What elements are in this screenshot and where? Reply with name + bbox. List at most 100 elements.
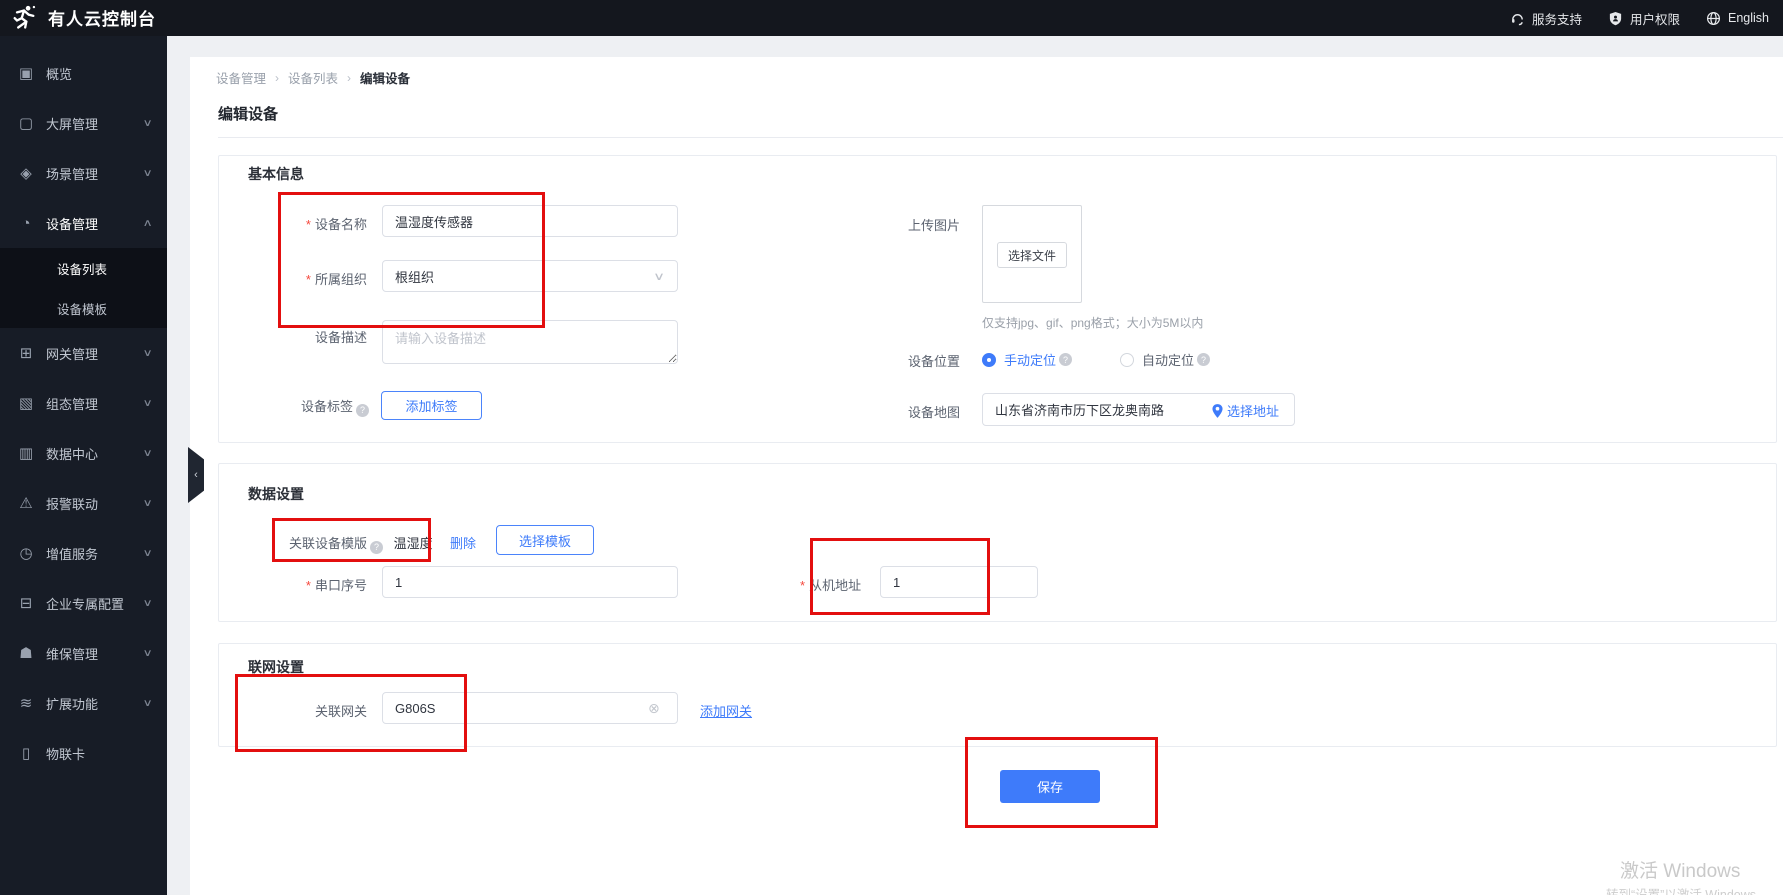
manual-locate-label[interactable]: 手动定位 — [1004, 350, 1056, 369]
device-tags-label: 设备标签? — [301, 396, 369, 417]
sidebar-item-label: 概览 — [46, 66, 73, 82]
device-desc-label: 设备描述 — [314, 330, 367, 345]
app-title: 有人云控制台 — [48, 9, 156, 29]
sidebar-item[interactable]: 设备模板 — [0, 288, 167, 328]
required-mark: * — [305, 217, 311, 232]
sidebar-item[interactable]: ⚠ 报警联动 ∨ — [0, 478, 167, 528]
clear-input-icon[interactable]: ⊗ — [648, 700, 660, 717]
sidebar-item[interactable]: ▥ 数据中心 ∨ — [0, 428, 167, 478]
help-icon[interactable]: ? — [370, 540, 384, 554]
device-name-input[interactable] — [382, 205, 678, 237]
choose-address-link[interactable]: 选择地址 — [1212, 401, 1279, 420]
help-icon[interactable]: ? — [1197, 353, 1211, 366]
sidebar-item[interactable]: ☗ 维保管理 ∨ — [0, 628, 167, 678]
device-location-label: 设备位置 — [907, 354, 960, 369]
serial-number-label: * 串口序号 — [305, 578, 367, 593]
breadcrumb-device-list[interactable]: 设备列表 — [288, 68, 338, 87]
sidebar-item-label: 增值服务 — [46, 546, 99, 562]
sidebar-item-label: 扩展功能 — [46, 696, 99, 712]
chevron-icon: ∨ — [142, 167, 153, 179]
add-tag-button[interactable]: 添加标签 — [381, 391, 482, 420]
sidebar-item-icon: ◔ — [21, 214, 31, 232]
upload-hint: 仅支持jpg、gif、png格式；大小为5M以内 — [982, 316, 1204, 330]
chevron-icon: ∨ — [142, 447, 153, 459]
delete-template-link[interactable]: 删除 — [450, 533, 476, 552]
top-nav: 服务支持 用户权限 English — [1510, 0, 1769, 36]
sidebar-item-icon: ⊟ — [19, 595, 33, 612]
choose-file-button[interactable]: 选择文件 — [997, 242, 1067, 268]
sidebar-menu: ▣ 概览 ▢ 大屏管理 ∨ ◈ 场景管理 ∨ ◔ 设备管理 ∧ 设备列表 设备模… — [0, 36, 167, 778]
sidebar-item-icon: ▯ — [21, 745, 31, 762]
add-gateway-link[interactable]: 添加网关 — [700, 701, 752, 720]
sidebar-item[interactable]: ◷ 增值服务 ∨ — [0, 528, 167, 578]
chevron-icon: ∨ — [142, 117, 153, 129]
help-icon[interactable]: ? — [1059, 353, 1073, 366]
globe-icon — [1706, 11, 1721, 25]
sidebar-item-icon: ▧ — [18, 395, 34, 412]
shield-icon — [1609, 11, 1622, 25]
sidebar-item[interactable]: ▢ 大屏管理 ∨ — [0, 98, 167, 148]
sidebar-item[interactable]: ⊞ 网关管理 ∨ — [0, 328, 167, 378]
sidebar-item-icon: ⚠ — [19, 495, 33, 512]
sidebar-item[interactable]: ▯ 物联卡 — [0, 728, 167, 778]
language-switch[interactable]: English — [1706, 11, 1769, 26]
chevron-icon: ∨ — [142, 697, 153, 709]
sidebar-item[interactable]: ◈ 场景管理 ∨ — [0, 148, 167, 198]
chevron-icon: ∨ — [142, 497, 153, 509]
breadcrumb-current: 编辑设备 — [360, 72, 411, 86]
top-bar: 有人云控制台 服务支持 用户权限 English — [0, 0, 1783, 36]
sidebar-item[interactable]: 设备列表 — [0, 248, 167, 288]
sidebar-item-label: 数据中心 — [46, 446, 99, 462]
logo[interactable]: 有人云控制台 — [10, 3, 156, 31]
device-name-label: * 设备名称 — [305, 217, 367, 232]
sidebar-item-label: 企业专属配置 — [46, 596, 125, 612]
auto-locate-label[interactable]: 自动定位 — [1142, 350, 1194, 369]
sidebar-item[interactable]: ▧ 组态管理 ∨ — [0, 378, 167, 428]
linked-gateway-label: 关联网关 — [314, 704, 367, 719]
sidebar-item[interactable]: ⊟ 企业专属配置 ∨ — [0, 578, 167, 628]
choose-template-button[interactable]: 选择模板 — [496, 525, 594, 555]
sidebar-item-label: 设备模板 — [57, 302, 108, 317]
required-mark: * — [305, 578, 311, 593]
linked-template-value: 温湿度 — [393, 536, 433, 551]
help-icon[interactable]: ? — [356, 403, 369, 417]
breadcrumb-device-management[interactable]: 设备管理 — [216, 68, 266, 87]
sidebar-item-label: 设备管理 — [46, 216, 99, 232]
usr-cloud-console: 有人云控制台 服务支持 用户权限 English ▣ 概览 ▢ 大屏管理 ∨ ◈… — [0, 0, 1783, 895]
auto-locate-radio[interactable] — [1120, 352, 1135, 367]
sidebar-item[interactable]: ▣ 概览 — [0, 48, 167, 98]
location-pin-icon — [1212, 403, 1223, 418]
org-select[interactable] — [382, 260, 678, 292]
save-button[interactable]: 保存 — [1000, 770, 1100, 803]
sidebar-item-label: 物联卡 — [46, 746, 86, 762]
sidebar-item-label: 维保管理 — [46, 646, 99, 662]
linked-template-label: 关联设备模版? 温湿度 — [289, 536, 433, 554]
user-permission-link[interactable]: 用户权限 — [1608, 9, 1680, 28]
service-support-link[interactable]: 服务支持 — [1510, 9, 1582, 28]
chevron-icon: ∨ — [142, 397, 153, 409]
device-desc-textarea[interactable] — [382, 320, 678, 364]
sidebar-item[interactable]: ◔ 设备管理 ∧ — [0, 198, 167, 248]
sidebar-item-icon: ◈ — [20, 165, 32, 182]
headset-icon — [1512, 13, 1523, 25]
language-label: English — [1728, 11, 1769, 25]
manual-locate-radio[interactable] — [982, 352, 996, 367]
choose-address-label: 选择地址 — [1227, 404, 1280, 419]
upload-image-label: 上传图片 — [907, 218, 960, 233]
sidebar-item-icon: ◷ — [19, 545, 33, 562]
sidebar-item[interactable]: ≋ 扩展功能 ∨ — [0, 678, 167, 728]
sidebar-item-label: 报警联动 — [46, 496, 99, 512]
sidebar-item-icon: ⊞ — [19, 345, 33, 362]
org-label: * 所属组织 — [305, 272, 367, 287]
serial-number-input[interactable] — [382, 566, 678, 598]
sidebar-item-label: 设备列表 — [57, 262, 108, 277]
slave-address-input[interactable] — [880, 566, 1038, 598]
runner-logo-icon — [13, 5, 36, 29]
linked-gateway-input[interactable] — [382, 692, 678, 724]
location-mode-radio-group: 手动定位 ? 自动定位 ? — [982, 350, 1211, 369]
page-title: 编辑设备 — [218, 106, 279, 123]
sidebar-item-icon: ≋ — [19, 695, 33, 712]
breadcrumb-separator: › — [347, 70, 352, 85]
chevron-icon: ∨ — [142, 647, 153, 659]
sidebar-item-icon: ▥ — [18, 445, 34, 462]
